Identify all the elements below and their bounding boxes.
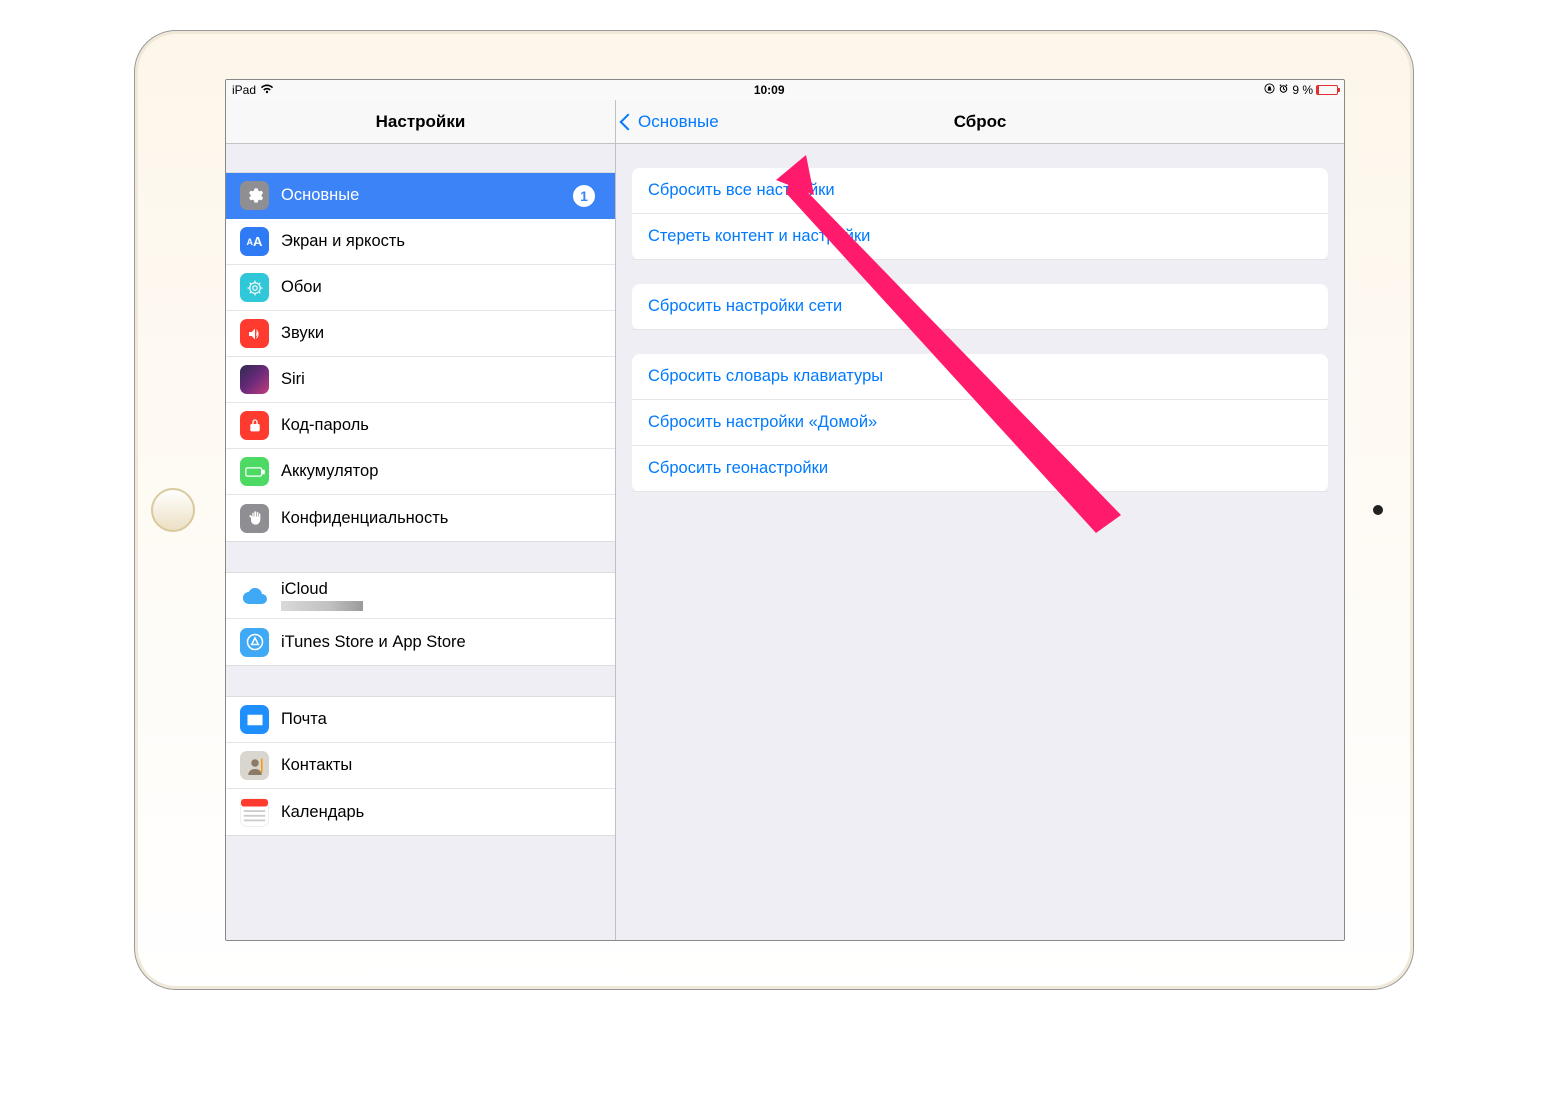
- sidebar-item-label: Календарь: [281, 803, 601, 822]
- ipad-frame: iPad 10:09 9 % Настройки: [134, 30, 1414, 990]
- wallpaper-icon: [240, 273, 269, 302]
- sidebar-item-wallpaper[interactable]: Обои: [226, 265, 615, 311]
- detail-pane: Основные Сброс Сбросить все настройки Ст…: [616, 100, 1344, 940]
- sidebar-item-label: iCloud: [281, 580, 601, 599]
- sidebar-item-itunes[interactable]: iTunes Store и App Store: [226, 619, 615, 665]
- reset-home-layout[interactable]: Сбросить настройки «Домой»: [632, 400, 1328, 446]
- sidebar-item-siri[interactable]: Siri: [226, 357, 615, 403]
- chevron-left-icon: [620, 113, 637, 130]
- sidebar-item-contacts[interactable]: Контакты: [226, 743, 615, 789]
- orientation-lock-icon: [1264, 83, 1275, 97]
- sidebar-item-label: Экран и яркость: [281, 232, 601, 251]
- reset-network-settings[interactable]: Сбросить настройки сети: [632, 284, 1328, 330]
- calendar-icon: [240, 798, 269, 827]
- row-label: Стереть контент и настройки: [648, 227, 870, 246]
- clock: 10:09: [274, 83, 1264, 97]
- reset-all-settings[interactable]: Сбросить все настройки: [632, 168, 1328, 214]
- sidebar-item-mail[interactable]: Почта: [226, 697, 615, 743]
- reset-keyboard-dictionary[interactable]: Сбросить словарь клавиатуры: [632, 354, 1328, 400]
- sidebar-item-label: Конфиденциальность: [281, 509, 601, 528]
- sidebar-item-label: Код-пароль: [281, 416, 601, 435]
- hand-icon: [240, 504, 269, 533]
- appstore-icon: [240, 628, 269, 657]
- battery-percent: 9 %: [1292, 83, 1313, 97]
- sidebar-item-battery[interactable]: Аккумулятор: [226, 449, 615, 495]
- erase-content-settings[interactable]: Стереть контент и настройки: [632, 214, 1328, 260]
- sidebar-item-label: Почта: [281, 710, 601, 729]
- sidebar-item-label: Обои: [281, 278, 601, 297]
- sidebar-navbar: Настройки: [226, 100, 615, 144]
- reset-location-privacy[interactable]: Сбросить геонастройки: [632, 446, 1328, 492]
- sound-icon: [240, 319, 269, 348]
- sidebar-item-label: Звуки: [281, 324, 601, 343]
- sidebar-item-icloud[interactable]: iCloud: [226, 573, 615, 619]
- badge: 1: [573, 185, 595, 207]
- contacts-icon: [240, 751, 269, 780]
- lock-icon: [240, 411, 269, 440]
- siri-icon: [240, 365, 269, 394]
- sidebar-item-label: Siri: [281, 370, 601, 389]
- sidebar-item-label: Аккумулятор: [281, 462, 601, 481]
- row-label: Сбросить словарь клавиатуры: [648, 367, 883, 386]
- sidebar-title: Настройки: [226, 112, 615, 132]
- cloud-icon: [240, 581, 269, 610]
- row-label: Сбросить настройки сети: [648, 297, 842, 316]
- alarm-icon: [1278, 83, 1289, 97]
- row-label: Сбросить геонастройки: [648, 459, 828, 478]
- mail-icon: [240, 705, 269, 734]
- back-label: Основные: [638, 112, 719, 132]
- sidebar-item-privacy[interactable]: Конфиденциальность: [226, 495, 615, 541]
- sidebar-item-label: Основные: [281, 186, 573, 205]
- home-button[interactable]: [151, 488, 195, 532]
- screen: iPad 10:09 9 % Настройки: [225, 79, 1345, 941]
- detail-title: Сброс: [616, 112, 1344, 132]
- sidebar-item-calendar[interactable]: Календарь: [226, 789, 615, 835]
- sidebar-item-display[interactable]: AA Экран и яркость: [226, 219, 615, 265]
- display-icon: AA: [240, 227, 269, 256]
- account-email-blurred: [281, 601, 363, 611]
- status-bar: iPad 10:09 9 %: [226, 80, 1344, 100]
- sidebar-item-label: Контакты: [281, 756, 601, 775]
- front-camera: [1373, 505, 1383, 515]
- wifi-icon: [260, 83, 274, 97]
- detail-navbar: Основные Сброс: [616, 100, 1344, 144]
- row-label: Сбросить настройки «Домой»: [648, 413, 877, 432]
- battery-icon: [1316, 85, 1338, 95]
- gear-icon: [240, 181, 269, 210]
- device-label: iPad: [232, 83, 256, 97]
- sidebar-item-sounds[interactable]: Звуки: [226, 311, 615, 357]
- sidebar-item-general[interactable]: Основные 1: [226, 173, 615, 219]
- back-button[interactable]: Основные: [616, 112, 719, 132]
- sidebar-item-label: iTunes Store и App Store: [281, 633, 601, 652]
- row-label: Сбросить все настройки: [648, 181, 835, 200]
- settings-sidebar: Настройки Основные 1 AA Экран и яркость: [226, 100, 616, 940]
- battery-icon: [240, 457, 269, 486]
- sidebar-item-passcode[interactable]: Код-пароль: [226, 403, 615, 449]
